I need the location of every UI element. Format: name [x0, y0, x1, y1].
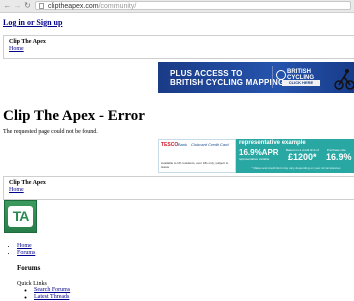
url-path: /community/ [98, 3, 137, 10]
site-logo-badge: TA [8, 206, 33, 227]
credit-ad-brand-panel: TESCO Bank Clubcard Credit Card Availabl… [158, 139, 236, 173]
credit-footnote: * Rates and credit limit may vary depend… [251, 166, 341, 170]
cycling-ad-line2: BRITISH CYCLING MAPPING [170, 78, 285, 87]
forums-heading: Forums [17, 264, 41, 272]
cycling-ad-line1: PLUS ACCESS TO [170, 69, 243, 78]
nav-item-forums: Forums [17, 250, 35, 257]
page-title: Clip The Apex - Error [3, 108, 145, 124]
main-nav: Home Forums [8, 243, 35, 257]
nav-link-home[interactable]: Home [17, 243, 32, 249]
browser-toolbar: ← → ↻ cliptheapex.com/community/ [0, 0, 354, 13]
cycling-mark-icon [276, 70, 286, 80]
login-signup-link[interactable]: Log in or Sign up [3, 18, 62, 27]
credit-limit-amount: £1200* [288, 152, 317, 162]
breadcrumb-box-bottom: Clip The Apex Home [3, 176, 354, 200]
forward-arrow-icon[interactable]: → [13, 1, 22, 10]
breadcrumb-home-link-bottom[interactable]: Home [9, 187, 349, 194]
back-arrow-icon[interactable]: ← [3, 1, 12, 10]
quick-link-item: Search Forums [34, 287, 70, 294]
credit-small-print: Available to UK residents, over 18s only… [161, 161, 229, 169]
cyclist-icon [334, 69, 354, 90]
breadcrumb-title-bottom: Clip The Apex [9, 180, 46, 186]
quick-link-latest-threads[interactable]: Latest Threads [34, 294, 69, 300]
breadcrumb-home-link[interactable]: Home [9, 46, 349, 53]
tesco-logo: TESCO [161, 142, 179, 148]
tesco-bank-label: Bank [178, 142, 188, 147]
page-icon [39, 3, 44, 9]
reload-icon[interactable]: ↻ [23, 1, 32, 10]
cycling-ad-banner[interactable]: PLUS ACCESS TO BRITISH CYCLING MAPPING B… [158, 62, 354, 93]
error-message: The requested page could not be found. [3, 129, 98, 135]
credit-product-name: Clubcard Credit Card [191, 142, 229, 147]
breadcrumb-box-top: Clip The Apex Home [3, 35, 354, 59]
apr-subtitle: representative variable [239, 157, 270, 161]
url-host: cliptheapex.com [48, 3, 99, 10]
representative-example-title: representative example [239, 140, 306, 146]
quick-links-list: Search Forums Latest Threads [26, 287, 70, 301]
site-logo-text: TA [12, 208, 30, 224]
purchase-rate-value: 16.9% [326, 152, 352, 162]
nav-item-home: Home [17, 243, 35, 250]
address-bar[interactable]: cliptheapex.com/community/ [35, 1, 351, 10]
credit-ad-rates-panel: representative example 16.9%APR represen… [236, 139, 354, 173]
site-logo[interactable]: TA [4, 200, 37, 233]
breadcrumb-title: Clip The Apex [9, 39, 46, 45]
credit-card-ad-banner[interactable]: TESCO Bank Clubcard Credit Card Availabl… [158, 139, 354, 173]
apr-value: 16.9%APR [239, 148, 279, 157]
quick-link-search-forums[interactable]: Search Forums [34, 287, 70, 293]
cycling-cta-button[interactable]: CLICK HERE [282, 80, 320, 86]
nav-link-forums[interactable]: Forums [17, 250, 35, 256]
